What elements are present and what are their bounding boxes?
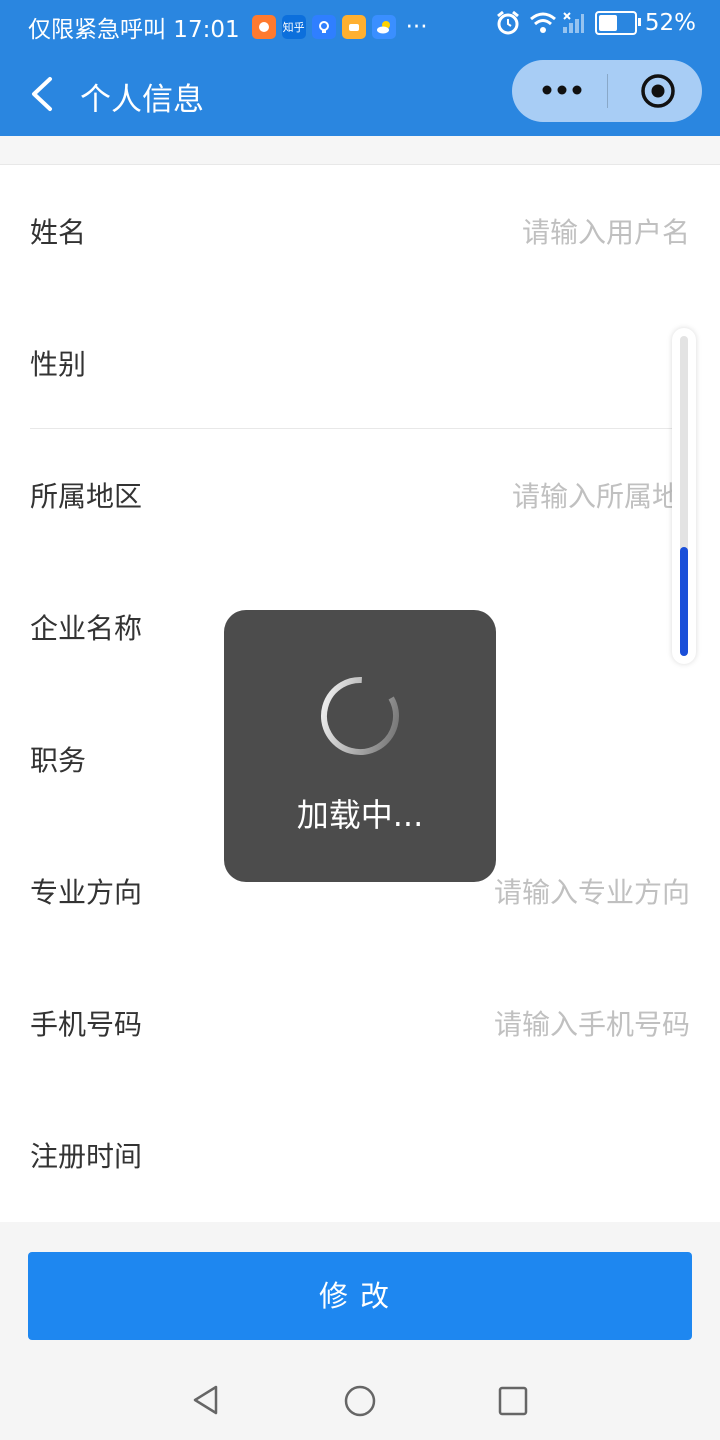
- name-input[interactable]: 请输入用户名: [522, 211, 690, 251]
- page-title: 个人信息: [80, 82, 204, 118]
- nav-back-icon[interactable]: [190, 1384, 222, 1416]
- back-arrow-icon[interactable]: [28, 76, 56, 112]
- mini-program-capsule: [512, 60, 702, 122]
- wifi-icon: [529, 12, 556, 33]
- edit-button[interactable]: 修改: [28, 1252, 692, 1340]
- more-notifications-icon: ···: [405, 14, 428, 40]
- app-icon: [251, 15, 276, 39]
- system-navigation-bar: [0, 1360, 720, 1440]
- phone-input[interactable]: 请输入手机号码: [494, 1003, 690, 1043]
- scroll-thumb[interactable]: [680, 547, 688, 656]
- status-app-icons: 知乎 ···: [246, 14, 428, 40]
- region-input[interactable]: 请输入所属地区: [512, 475, 692, 515]
- battery-icon: [594, 11, 641, 35]
- form-row-region[interactable]: 所属地区 请输入所属地区: [0, 429, 720, 561]
- scrollbar[interactable]: [672, 328, 696, 664]
- form-row-gender[interactable]: 性别: [0, 297, 720, 429]
- top-band: [0, 136, 720, 165]
- status-time-text: 仅限紧急呼叫 17:01: [28, 17, 240, 43]
- close-mini-program-icon[interactable]: [640, 73, 676, 109]
- battery-percentage: 52%: [644, 10, 696, 36]
- nav-bar: 个人信息: [0, 50, 720, 136]
- loading-text: 加载中...: [296, 796, 424, 834]
- loading-toast: 加载中...: [224, 610, 496, 882]
- form-row-register-time: 注册时间: [0, 1089, 720, 1221]
- more-options-icon[interactable]: [538, 78, 586, 102]
- capsule-divider: [607, 74, 608, 108]
- row-label: 手机号码: [30, 1008, 143, 1041]
- row-label: 所属地区: [30, 480, 143, 513]
- zhihu-icon: 知乎: [281, 15, 306, 39]
- app-icon: [341, 15, 366, 39]
- row-label: 注册时间: [30, 1140, 143, 1173]
- nav-home-icon[interactable]: [343, 1384, 377, 1418]
- row-label: 性别: [30, 348, 87, 381]
- loading-spinner-icon: [321, 677, 399, 755]
- major-input[interactable]: 请输入专业方向: [494, 871, 690, 911]
- status-bar: 仅限紧急呼叫 17:01 知乎 ··· 52%: [0, 0, 720, 50]
- row-label: 企业名称: [30, 612, 143, 645]
- bulb-icon: [311, 15, 336, 39]
- signal-icon: [562, 12, 584, 33]
- bottom-action-bar: 修改: [0, 1222, 720, 1360]
- row-label: 姓名: [30, 216, 87, 249]
- row-label: 职务: [30, 744, 87, 777]
- form-row-name[interactable]: 姓名 请输入用户名: [0, 165, 720, 297]
- alarm-icon: [496, 10, 519, 35]
- scroll-track: [680, 336, 688, 656]
- weather-icon: [371, 15, 396, 39]
- form-row-phone[interactable]: 手机号码 请输入手机号码: [0, 957, 720, 1089]
- row-label: 专业方向: [30, 876, 143, 909]
- nav-recent-apps-icon[interactable]: [498, 1386, 528, 1416]
